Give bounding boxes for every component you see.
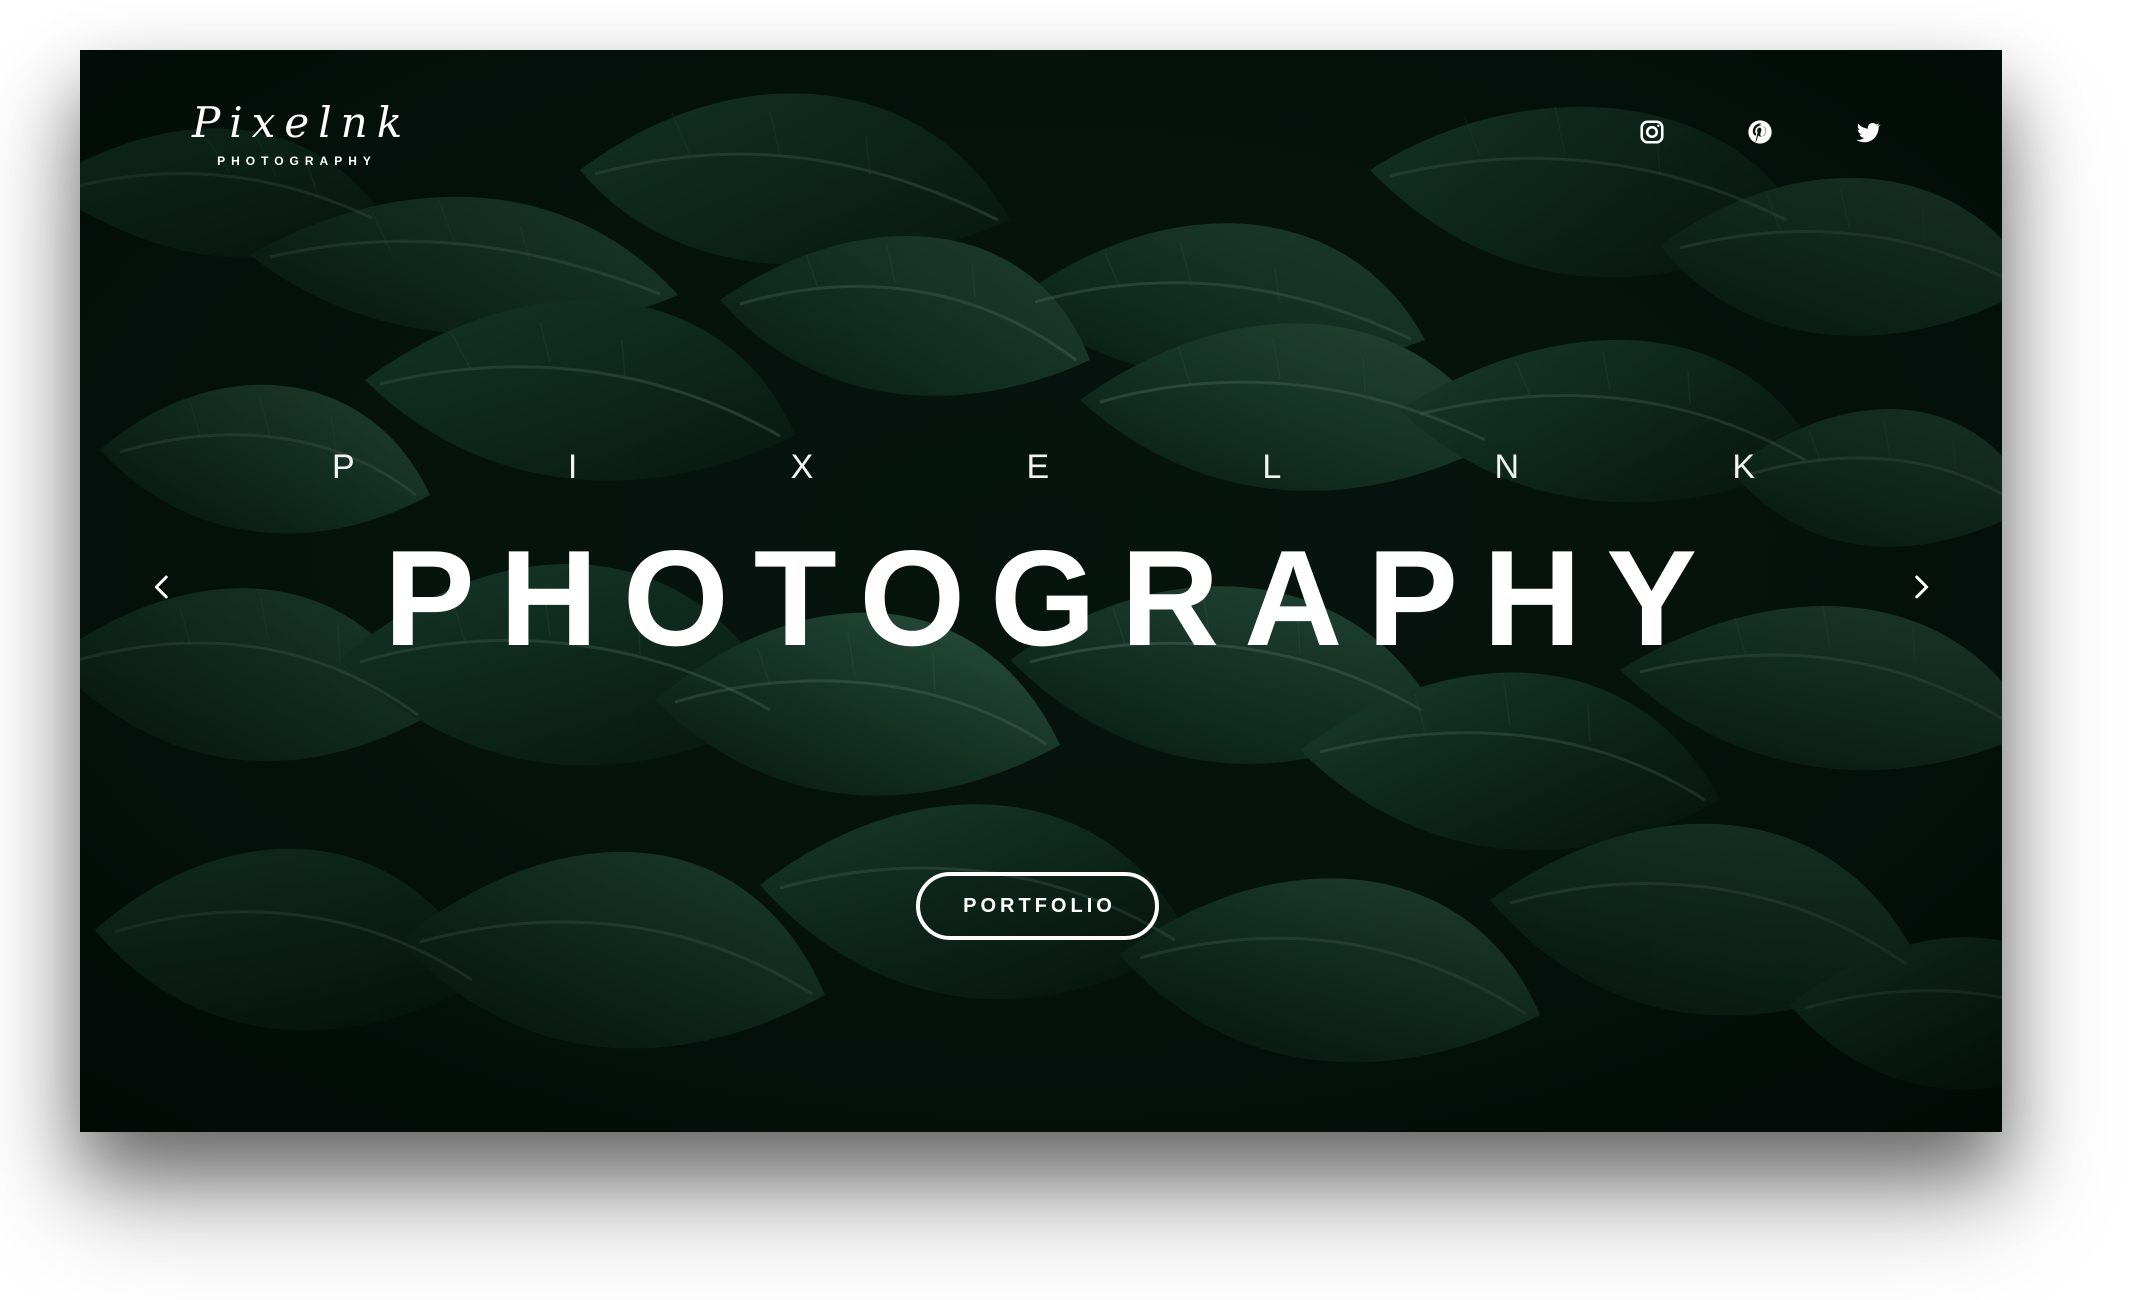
instagram-icon[interactable]: [1638, 118, 1666, 146]
hero-kicker: P I X E L N K: [80, 448, 2002, 487]
pinterest-icon[interactable]: [1746, 118, 1774, 146]
kicker-letter: N: [1494, 448, 1520, 486]
hero-headline: PHOTOGRAPHY: [384, 522, 1722, 674]
kicker-letter: P: [332, 448, 355, 486]
brand-logo[interactable]: Pixelnk PHOTOGRAPHY: [192, 98, 412, 169]
chevron-right-icon[interactable]: [1904, 570, 1938, 604]
kicker-letter: E: [1026, 448, 1050, 486]
portfolio-button[interactable]: PORTFOLIO: [916, 872, 1159, 940]
hero-frame: Pixelnk PHOTOGRAPHY P I X E L N K PHOTOG…: [80, 50, 2002, 1132]
brand-script-name: Pixelnk: [192, 98, 412, 147]
brand-subtitle: PHOTOGRAPHY: [217, 154, 377, 168]
kicker-letter: K: [1732, 448, 1755, 486]
kicker-letter: X: [790, 448, 814, 486]
twitter-icon[interactable]: [1854, 118, 1882, 146]
kicker-letter: I: [567, 448, 578, 486]
chevron-left-icon[interactable]: [145, 570, 179, 604]
kicker-letter: L: [1262, 448, 1282, 486]
social-links: [1638, 118, 1882, 146]
